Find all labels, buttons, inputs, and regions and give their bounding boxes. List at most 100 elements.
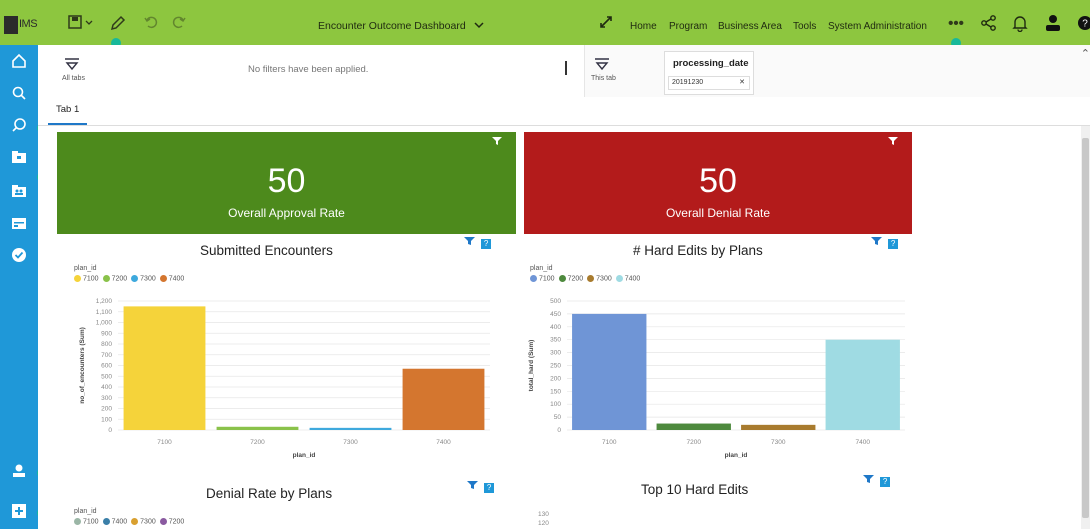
tab-1[interactable]: Tab 1 [48, 97, 88, 125]
add-icon[interactable] [9, 503, 29, 523]
filter-icon[interactable] [492, 136, 502, 149]
logo-text: IMS [19, 18, 38, 30]
scrollbar-thumb[interactable] [1082, 138, 1089, 518]
legend-item-label[interactable]: 7300 [596, 275, 612, 282]
bar-7400 [402, 368, 485, 430]
kpi-label: Overall Denial Rate [665, 206, 771, 220]
legend-item-label[interactable]: 7400 [169, 275, 185, 282]
clear-filter-icon[interactable]: ✕ [739, 77, 745, 89]
legend-item-label[interactable]: 7400 [112, 518, 128, 525]
help-icon[interactable]: ? [1076, 14, 1090, 34]
explore-icon[interactable] [9, 117, 29, 137]
legend-swatch [102, 518, 110, 525]
chart-toolbar: ? [863, 474, 891, 487]
filter-icon[interactable] [888, 136, 898, 149]
x-tick-label: 7200 [687, 439, 702, 446]
kpi-value: 50 [267, 162, 306, 200]
nav-program[interactable]: Program [669, 21, 707, 32]
collapse-icon[interactable]: ⌃ [1081, 47, 1090, 60]
team-folder-icon[interactable] [9, 183, 29, 203]
info-icon[interactable]: ? [481, 239, 492, 249]
y-tick-label: 500 [101, 373, 112, 380]
home-icon[interactable] [9, 53, 29, 73]
info-icon[interactable]: ? [880, 477, 891, 487]
legend-swatch [159, 275, 167, 282]
check-circle-icon[interactable] [9, 247, 29, 267]
filter-icon[interactable] [871, 237, 885, 249]
x-tick-label: 7300 [343, 439, 358, 446]
x-tick-label: 7100 [157, 439, 172, 446]
search-icon[interactable] [9, 85, 29, 105]
legend-item-label[interactable]: 7200 [112, 275, 128, 282]
this-tab-label: This tab [591, 75, 616, 82]
bell-icon[interactable] [1012, 14, 1028, 34]
share-icon[interactable] [980, 14, 998, 34]
legend-item-label[interactable]: 7100 [83, 275, 99, 282]
filter-icon[interactable] [464, 237, 478, 249]
info-icon[interactable]: ? [888, 239, 899, 249]
user-profile-icon[interactable] [9, 463, 29, 483]
bar-7200 [656, 423, 731, 430]
tab-filter-panel [584, 45, 1090, 97]
nav-system-administration[interactable]: System Administration [828, 21, 927, 32]
kpi-value: 50 [699, 162, 737, 200]
y-tick-label: 800 [101, 341, 112, 348]
filter-field-title: processing_date [673, 58, 749, 69]
chart-title: Denial Rate by Plans [206, 486, 333, 501]
filter-icon[interactable] [467, 481, 481, 493]
bar-7100 [572, 313, 647, 430]
user-icon[interactable] [1045, 14, 1061, 34]
save-icon[interactable] [66, 14, 96, 34]
y-axis-label: no_of_encounters (Sum) [79, 327, 86, 404]
app-logo[interactable]: IMS [4, 14, 46, 36]
legend-item-label[interactable]: 7100 [83, 518, 99, 525]
folder-icon[interactable] [9, 149, 29, 169]
kpi-denial-card[interactable]: 50 Overall Denial Rate [524, 132, 912, 234]
legend-item-label[interactable]: 7300 [140, 275, 156, 282]
filter-bar: All tabs No filters have been applied. T… [38, 45, 1090, 98]
filter-icon[interactable] [594, 57, 610, 76]
processing-date-value[interactable]: 20191230 ✕ [668, 76, 750, 90]
kpi-approval-card[interactable]: 50 Overall Approval Rate [57, 132, 516, 234]
y-tick-label: 400 [101, 384, 112, 391]
filter-icon[interactable] [64, 57, 80, 76]
redo-icon[interactable] [170, 14, 188, 34]
legend-item-label[interactable]: 7200 [169, 518, 185, 525]
legend-item-label[interactable]: 7200 [568, 275, 584, 282]
edit-pencil-icon[interactable] [108, 14, 128, 34]
legend-item-label[interactable]: 7100 [539, 275, 555, 282]
info-icon[interactable]: ? [484, 483, 495, 493]
dashboard-title-dropdown[interactable]: Encounter Outcome Dashboard [318, 20, 484, 32]
filter-value-text: 20191230 [672, 79, 704, 86]
x-tick-label: 7400 [436, 439, 451, 446]
legend-item-label[interactable]: 7300 [140, 518, 156, 525]
x-axis-label: plan_id [725, 452, 748, 459]
all-tabs-label: All tabs [62, 75, 85, 82]
y-tick-label: 100 [101, 416, 112, 423]
legend-swatch [102, 275, 110, 282]
tab-bar: Tab 1 [38, 97, 1090, 126]
more-options-icon[interactable]: ••• [946, 14, 966, 34]
nav-business-area[interactable]: Business Area [718, 21, 782, 32]
y-axis-label: total_hard (Sum) [528, 340, 535, 392]
undo-icon[interactable] [142, 14, 160, 34]
x-tick-label: 7300 [771, 439, 786, 446]
vertical-scrollbar[interactable] [1081, 126, 1090, 529]
legend-swatch [530, 275, 537, 282]
legend-swatch [74, 518, 81, 525]
legend-swatch [74, 275, 81, 282]
y-tick-label: 50 [554, 414, 562, 421]
chart-toolbar: ? [464, 236, 492, 249]
calendar-icon[interactable] [9, 215, 29, 235]
y-tick-label: 600 [101, 363, 112, 370]
y-tick-label: 120 [538, 520, 549, 527]
nav-tools[interactable]: Tools [793, 21, 816, 32]
left-sidebar [0, 45, 47, 529]
panel-divider[interactable] [565, 61, 567, 75]
filter-icon[interactable] [863, 475, 877, 487]
nav-home[interactable]: Home [630, 21, 657, 32]
y-tick-label: 200 [550, 375, 561, 382]
expand-icon[interactable] [598, 14, 614, 34]
legend-item-label[interactable]: 7400 [625, 275, 641, 282]
hard-edits-chart: 500450400350300250200150100500total_hard… [528, 298, 905, 459]
